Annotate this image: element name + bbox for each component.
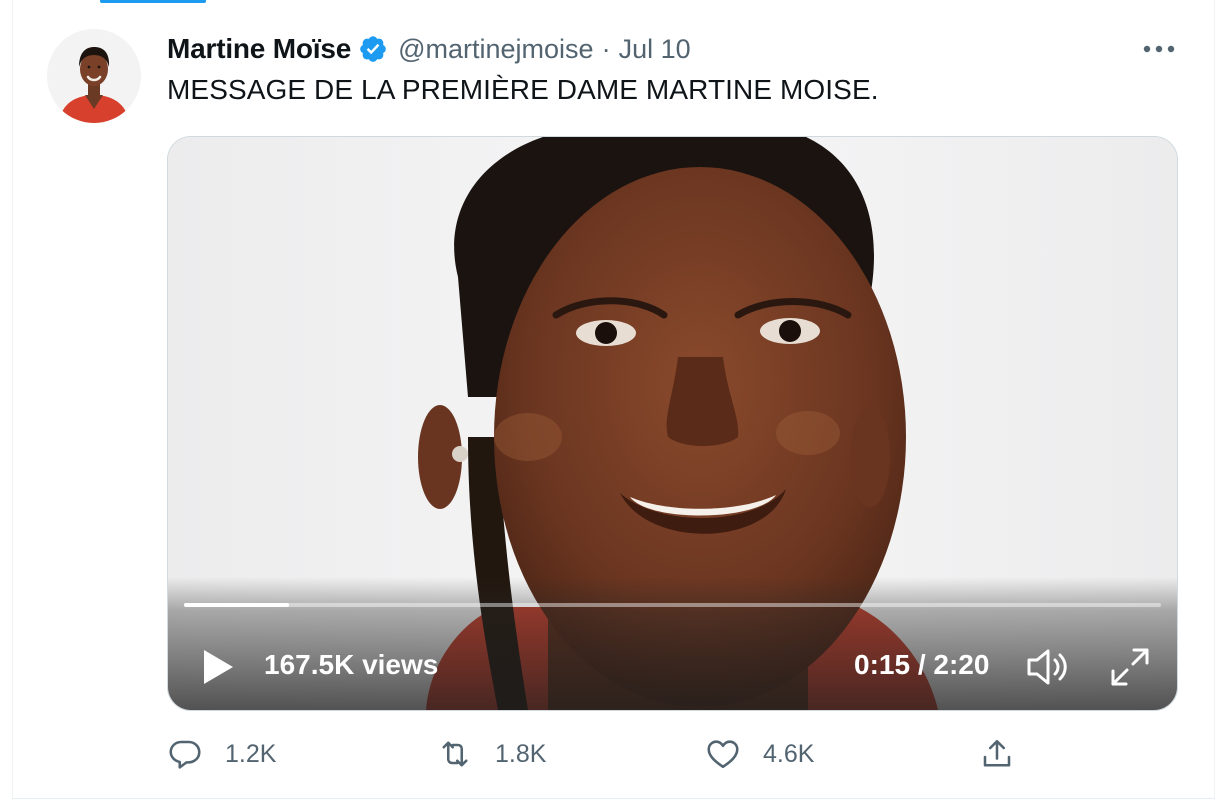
video-time: 0:15 / 2:20 — [854, 649, 990, 680]
tweet-actions: 1.2K 1.8K 4.6K — [167, 734, 1027, 774]
more-options-icon — [1143, 45, 1175, 53]
play-icon — [204, 650, 233, 684]
like-button[interactable]: 4.6K — [705, 734, 814, 774]
video-controls-overlay — [168, 577, 1177, 710]
video-player[interactable]: 167.5K views 0:15 / 2:20 — [167, 136, 1178, 711]
retweet-button[interactable]: 1.8K — [437, 734, 546, 774]
video-views: 167.5K views — [264, 649, 439, 680]
avatar[interactable] — [47, 29, 141, 123]
share-button[interactable] — [979, 734, 1015, 774]
header-separator: · — [601, 33, 611, 64]
verified-badge-icon — [358, 34, 388, 64]
avatar-photo — [47, 29, 141, 123]
timeline-border-right — [1214, 0, 1215, 800]
fullscreen-button[interactable] — [1106, 643, 1154, 691]
tweet-date[interactable]: Jul 10 — [619, 34, 691, 65]
play-button[interactable] — [198, 647, 238, 687]
volume-button[interactable] — [1024, 645, 1074, 689]
fullscreen-icon — [1111, 648, 1149, 686]
author-name[interactable]: Martine Moïse — [167, 33, 351, 65]
volume-icon — [1027, 649, 1067, 685]
reply-icon — [169, 740, 201, 769]
heart-icon — [707, 740, 739, 769]
author-handle[interactable]: @martinejmoise — [398, 34, 593, 65]
share-icon — [983, 739, 1011, 767]
video-progress-bar[interactable] — [184, 603, 1161, 607]
tweet-header: Martine Moïse @martinejmoise · Jul 10 — [167, 30, 691, 68]
retweet-icon — [442, 741, 468, 767]
tweet-page: Martine Moïse @martinejmoise · Jul 10 ME… — [0, 0, 1228, 812]
retweet-count: 1.8K — [495, 739, 547, 768]
tab-indicator — [100, 0, 206, 3]
like-count: 4.6K — [763, 739, 815, 768]
more-options-button[interactable] — [1138, 34, 1180, 64]
video-progress-fill — [184, 603, 289, 607]
reply-count: 1.2K — [225, 739, 277, 768]
timeline-border-left — [12, 0, 13, 800]
tweet-divider — [12, 798, 1215, 799]
tweet-text: MESSAGE DE LA PREMIÈRE DAME MARTINE MOIS… — [167, 74, 879, 105]
reply-button[interactable]: 1.2K — [167, 734, 276, 774]
